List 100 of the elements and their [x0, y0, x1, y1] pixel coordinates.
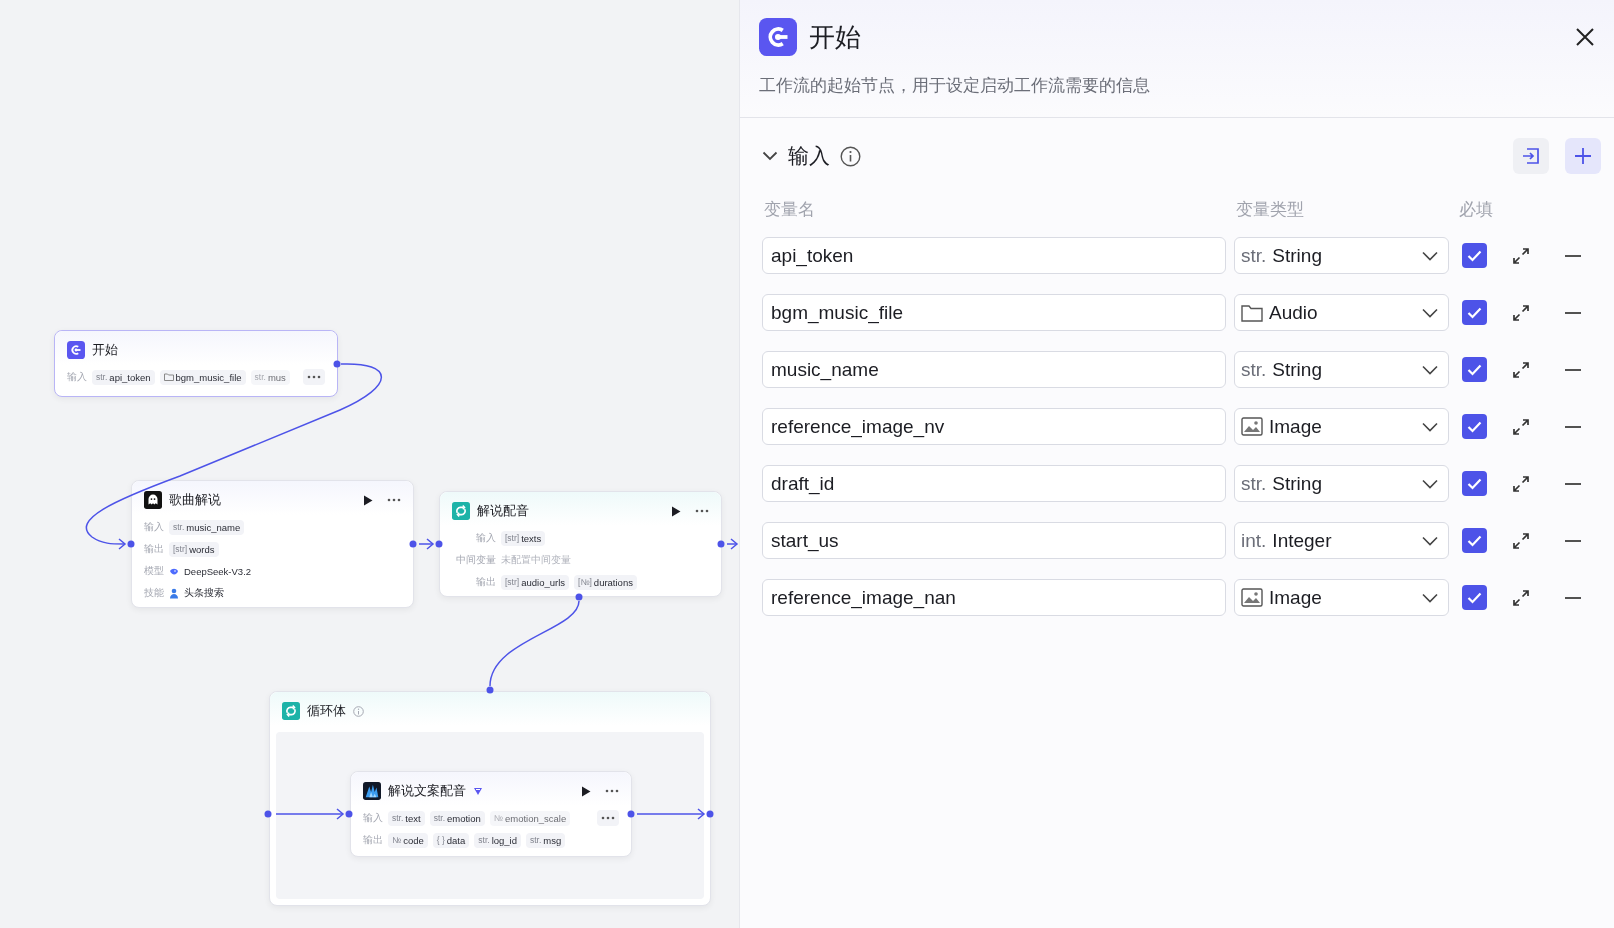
parameter-name: mus [267, 371, 286, 383]
info-icon[interactable] [840, 145, 861, 167]
parameter-name: emotion_scale [504, 812, 567, 824]
play-icon[interactable] [363, 494, 373, 506]
connection-port[interactable] [706, 810, 714, 818]
row-label: 技能 [144, 586, 164, 600]
more-icon[interactable] [695, 509, 709, 513]
expand-icon[interactable] [1512, 360, 1530, 379]
parameter-name: text [405, 812, 421, 824]
connection-port[interactable] [627, 810, 635, 818]
variable-name-field[interactable]: music_name [762, 351, 1226, 388]
variable-type-select[interactable]: Audio [1234, 294, 1449, 331]
type-label: str. [530, 835, 542, 845]
remove-icon[interactable] [1565, 368, 1581, 371]
variable-type-select[interactable]: str. String [1234, 237, 1449, 274]
play-icon[interactable] [671, 505, 681, 517]
connection-port[interactable] [345, 810, 353, 818]
chevron-down-icon [1422, 250, 1438, 261]
play-icon[interactable] [581, 785, 591, 797]
variable-name-field[interactable]: reference_image_nv [762, 408, 1226, 445]
variable-type-select[interactable]: str. String [1234, 465, 1449, 502]
required-checkbox[interactable] [1461, 243, 1487, 268]
parameter-name: data [446, 834, 466, 846]
variable-name-field[interactable]: api_token [762, 237, 1226, 274]
variable-name-field[interactable]: reference_image_nan [762, 579, 1226, 616]
row-label: 模型 [144, 564, 164, 578]
row-label: 输出 [363, 833, 383, 847]
folder-icon [163, 373, 174, 381]
section-title: 输入 [788, 143, 830, 169]
type-prefix: str. [1241, 358, 1267, 381]
connection-port[interactable] [409, 540, 417, 548]
variable-name-field[interactable]: bgm_music_file [762, 294, 1226, 331]
more-button[interactable] [597, 810, 619, 826]
type-prefix: str. [1241, 472, 1267, 495]
row-label: 输入 [363, 811, 383, 825]
connection-port[interactable] [435, 540, 443, 548]
connection-port[interactable] [717, 540, 725, 548]
image-icon [1241, 417, 1263, 436]
close-icon[interactable] [1575, 27, 1595, 47]
parameter-name: texts [521, 532, 542, 544]
more-icon[interactable] [387, 498, 401, 502]
type-label: [str] [505, 533, 520, 543]
variable-type-select[interactable]: str. String [1234, 351, 1449, 388]
expand-icon[interactable] [1512, 474, 1530, 493]
connection-port[interactable] [127, 540, 135, 548]
required-checkbox[interactable] [1461, 300, 1487, 325]
required-checkbox[interactable] [1461, 528, 1487, 553]
chevron-icon[interactable] [762, 151, 778, 161]
workflow-node[interactable]: 解说文案配音 输入 str. text str. emotion № emotion_scale 输出 № code { } data str. log_id str. msg [350, 771, 632, 857]
loop-container[interactable]: 循环体 解说文案配音 输入 str. text str. emotion № emotion_scale 输出 № code { } data str. log_id str. msg [269, 691, 711, 906]
workflow-node[interactable]: 歌曲解说 输入 str. music_name 输出 [str] words 模型 DeepSeek-V3.2 技能 头条搜索 [131, 480, 414, 608]
chevron-down-icon [1422, 421, 1438, 432]
type-prefix: str. [1241, 244, 1267, 267]
parameter-name: api_token [109, 371, 151, 383]
row-label: 输入 [144, 520, 164, 534]
variable-type-select[interactable]: Image [1234, 579, 1449, 616]
remove-icon[interactable] [1565, 254, 1581, 257]
variable-type-select[interactable]: int. Integer [1234, 522, 1449, 559]
remove-icon[interactable] [1565, 311, 1581, 314]
expand-icon[interactable] [1512, 531, 1530, 550]
expand-icon[interactable] [1512, 588, 1530, 607]
add-button[interactable] [1565, 138, 1601, 174]
more-icon[interactable] [601, 816, 615, 820]
type-label: № [493, 813, 503, 823]
remove-icon[interactable] [1565, 425, 1581, 428]
import-button[interactable] [1513, 138, 1549, 174]
start-node-icon [67, 341, 85, 359]
remove-icon[interactable] [1565, 482, 1581, 485]
node-title: 解说配音 [477, 502, 529, 520]
more-icon[interactable] [307, 375, 321, 379]
workflow-node[interactable]: 解说配音 输入 [str] texts 中间变量 未配置中间变量 输出 [str] audio_urls [№] durations [439, 491, 722, 597]
workflow-node[interactable]: 开始 输入 str. api_token bgm_music_file str. mus [54, 330, 338, 397]
connection-port[interactable] [575, 593, 583, 601]
required-checkbox[interactable] [1461, 585, 1487, 610]
loop-icon [452, 502, 470, 520]
row-label: 输出 [475, 575, 496, 589]
variable-name-field[interactable]: start_us [762, 522, 1226, 559]
remove-icon[interactable] [1565, 596, 1581, 599]
connection-port[interactable] [333, 360, 341, 368]
expand-icon[interactable] [1512, 246, 1530, 265]
connection-port[interactable] [264, 810, 272, 818]
node-title: 解说文案配音 [388, 782, 466, 800]
more-button[interactable] [303, 369, 325, 385]
more-icon[interactable] [605, 789, 619, 793]
expand-icon[interactable] [1512, 303, 1530, 322]
required-checkbox[interactable] [1461, 471, 1487, 496]
type-label: [str] [505, 577, 520, 587]
remove-icon[interactable] [1565, 539, 1581, 542]
connection-port[interactable] [486, 686, 494, 694]
expand-icon[interactable] [1512, 417, 1530, 436]
type-label: Image [1269, 586, 1322, 609]
required-checkbox[interactable] [1461, 357, 1487, 382]
variable-type-select[interactable]: Image [1234, 408, 1449, 445]
type-label: Audio [1269, 301, 1318, 324]
required-checkbox[interactable] [1461, 414, 1487, 439]
type-label: Image [1269, 415, 1322, 438]
variable-name-field[interactable]: draft_id [762, 465, 1226, 502]
checkmark-icon [1466, 363, 1482, 376]
verified-badge-icon [473, 786, 483, 796]
person-icon [169, 587, 179, 599]
